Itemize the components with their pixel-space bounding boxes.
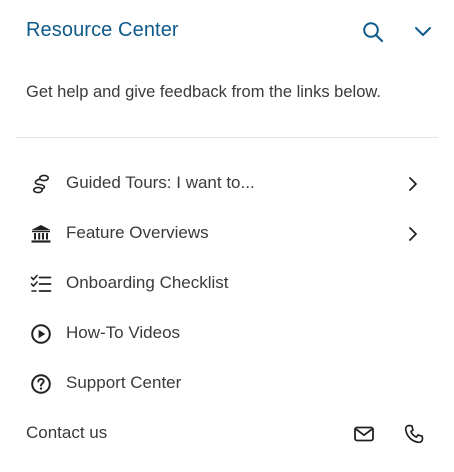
search-icon [363,22,384,43]
phone-icon [404,424,424,444]
email-button[interactable] [351,421,377,447]
phone-button[interactable] [401,421,427,447]
menu-item-label: Onboarding Checklist [66,273,229,292]
menu-item-label: Guided Tours: I want to... [66,173,255,192]
panel-subtitle: Get help and give feedback from the link… [26,83,381,101]
contact-label: Contact us [26,423,108,442]
menu-item-guided-tours[interactable]: Guided Tours: I want to... [0,159,454,209]
menu-item-label: How-To Videos [66,323,181,342]
panel-title: Resource Center [26,19,179,41]
search-button[interactable] [360,19,386,45]
menu-item-how-to-videos[interactable]: How-To Videos [0,309,454,359]
question-circle-icon [29,372,53,396]
contact-row: Contact us [0,409,454,459]
chevron-right-icon [409,227,417,241]
resource-center-panel: Resource Center Get help and give feedba… [0,0,454,472]
divider [16,137,438,138]
play-circle-icon [29,322,53,346]
menu-item-support-center[interactable]: Support Center [0,359,454,409]
route-icon [29,172,53,196]
chevron-right-icon [409,177,417,191]
chevron-down-icon [415,27,431,36]
bank-icon [29,222,53,246]
menu-item-feature-overviews[interactable]: Feature Overviews [0,209,454,259]
mail-icon [354,426,374,442]
collapse-button[interactable] [410,19,436,45]
menu-item-label: Feature Overviews [66,223,209,242]
resource-center-header: Resource Center [0,0,454,66]
menu-item-onboarding-checklist[interactable]: Onboarding Checklist [0,259,454,309]
menu-item-label: Support Center [66,373,182,392]
resource-menu: Guided Tours: I want to... Feature Overv… [0,159,454,409]
checklist-icon [29,272,53,296]
